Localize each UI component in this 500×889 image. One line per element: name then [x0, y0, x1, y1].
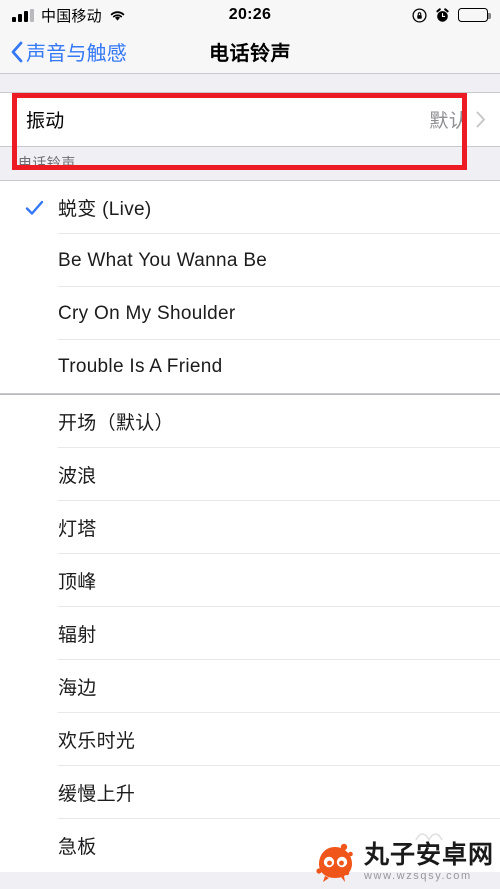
ringtone-row[interactable]: 波浪 [0, 448, 500, 501]
ringtone-row[interactable]: Be What You Wanna Be [0, 234, 500, 287]
ringtone-label: 蜕变 (Live) [58, 199, 152, 220]
section-header-ringtone: 电话铃声 [0, 147, 500, 180]
ringtone-row[interactable]: 开场（默认） [0, 395, 500, 448]
ringtone-row[interactable]: 急板 [0, 819, 500, 872]
ringtone-label: 欢乐时光 [58, 731, 136, 752]
settings-content: 振动 默认 电话铃声 蜕变 (Live) Be What You Wanna B… [0, 74, 500, 889]
vibration-label: 振动 [26, 111, 65, 132]
vibration-value: 默认 [429, 111, 468, 132]
ringtone-label: 急板 [58, 837, 97, 858]
alarm-clock-icon [435, 7, 450, 23]
checkmark-icon [25, 198, 44, 217]
ringtone-label: 开场（默认） [58, 413, 174, 434]
status-bar: 中国移动 20:26 [0, 0, 500, 30]
stock-ringtone-group: 开场（默认） 波浪 灯塔 顶峰 辐射 海边 欢乐时光 缓慢上升 急板 [0, 395, 500, 872]
ringtone-label: 辐射 [58, 625, 97, 646]
ringtone-label: Be What You Wanna Be [58, 249, 268, 271]
chevron-left-icon [10, 41, 23, 63]
ringtone-label: 波浪 [58, 466, 97, 487]
ringtone-row[interactable]: Trouble Is A Friend [0, 340, 500, 393]
ringtone-row[interactable]: 顶峰 [0, 554, 500, 607]
ringtone-label: 海边 [58, 678, 97, 699]
ringtone-row[interactable]: 辐射 [0, 607, 500, 660]
watermark-squiggle-icon [415, 833, 443, 842]
ringtone-label: 顶峰 [58, 572, 97, 593]
vibration-row[interactable]: 振动 默认 [0, 93, 500, 146]
chevron-right-icon [476, 111, 486, 128]
vibration-group: 振动 默认 [0, 92, 500, 147]
ringtone-row[interactable]: 海边 [0, 660, 500, 713]
ringtone-label: Cry On My Shoulder [58, 302, 236, 324]
ringtone-row[interactable]: 缓慢上升 [0, 766, 500, 819]
phone-screen: 中国移动 20:26 声音与触感 电话铃声 振动 默认 电话铃声 蜕变 (Liv… [0, 0, 500, 889]
back-button[interactable]: 声音与触感 [0, 37, 127, 66]
custom-ringtone-group: 蜕变 (Live) Be What You Wanna Be Cry On My… [0, 180, 500, 394]
navigation-bar: 声音与触感 电话铃声 [0, 30, 500, 74]
status-bar-right [412, 7, 491, 23]
ringtone-row[interactable]: Cry On My Shoulder [0, 287, 500, 340]
ringtone-label: 缓慢上升 [58, 784, 136, 805]
ringtone-row[interactable]: 欢乐时光 [0, 713, 500, 766]
ringtone-row[interactable]: 蜕变 (Live) [0, 181, 500, 234]
ringtone-row[interactable]: 灯塔 [0, 501, 500, 554]
top-spacer [0, 74, 500, 92]
back-button-label: 声音与触感 [26, 43, 127, 65]
rotation-lock-icon [412, 7, 427, 23]
battery-icon [458, 8, 491, 22]
ringtone-label: Trouble Is A Friend [58, 355, 223, 377]
ringtone-label: 灯塔 [58, 519, 97, 540]
